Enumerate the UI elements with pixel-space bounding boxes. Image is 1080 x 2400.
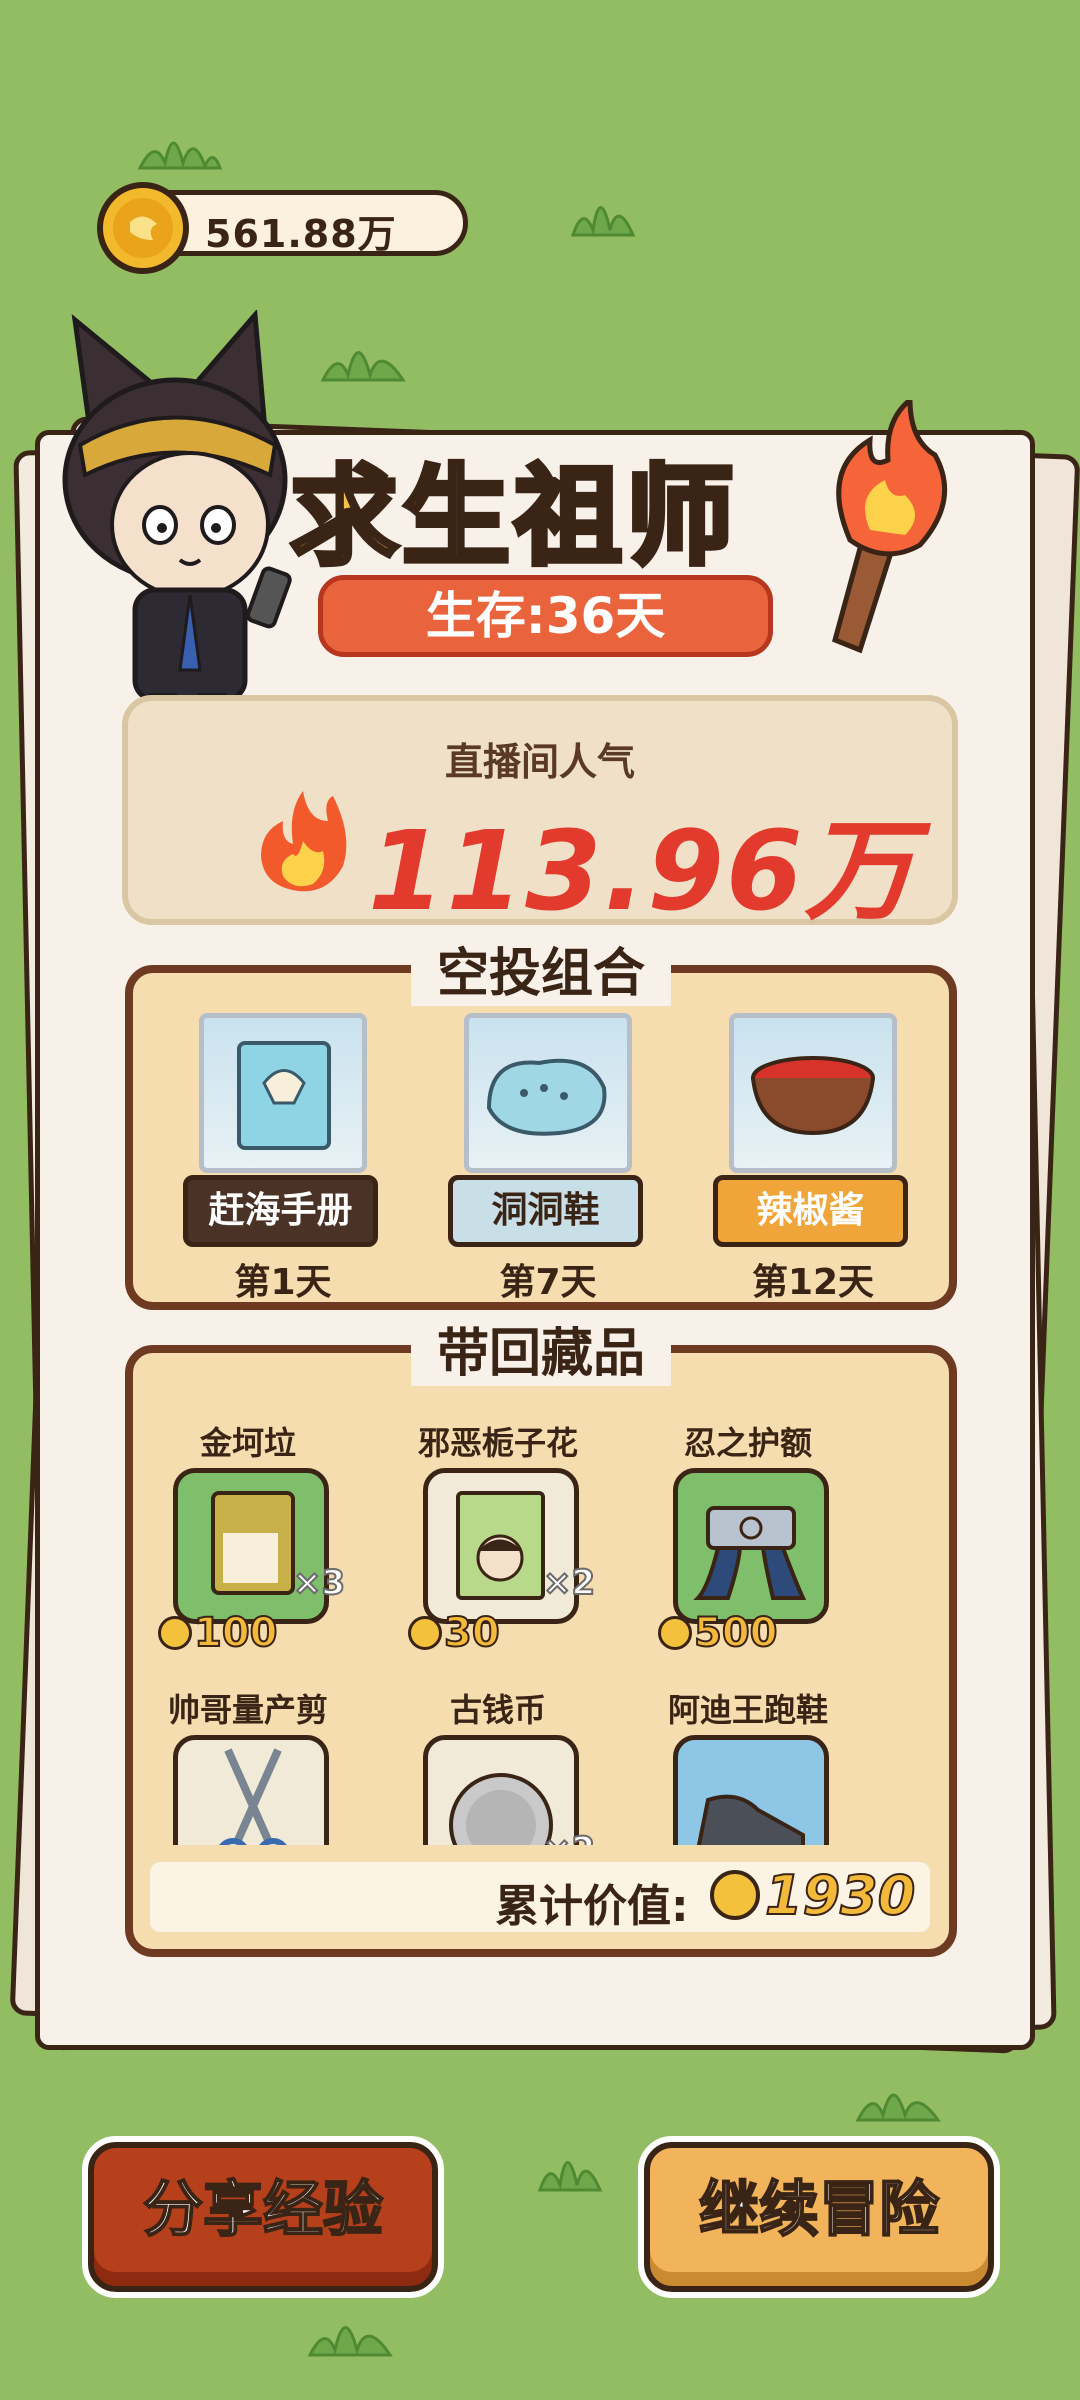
item-coin-icon [423,1735,579,1845]
grass-decoration [853,2070,943,2125]
grass-decoration [535,2135,605,2195]
collection-grid: 金坷垃 ×3 100 邪恶栀子花 ×2 30 忍之护额 500 帅哥量产剪 古钱… [133,1370,949,1845]
coin-icon [408,1616,442,1650]
popularity-value: 113.96万 [368,807,917,935]
item-scissors-icon [173,1735,329,1845]
collection-item-qty: ×2 [542,1562,596,1604]
grass-decoration [135,118,225,173]
survival-days-badge: 生存:36天 [318,575,773,657]
collection-item-name: 阿迪王跑鞋 [667,1691,828,1729]
airdrop-item-day: 第1天 [234,1262,332,1303]
airdrop-item-name: 洞洞鞋 [448,1175,643,1247]
airdrop-frame [199,1013,367,1173]
collection-item-name: 邪恶栀子花 [417,1424,578,1462]
torch-icon [810,394,960,660]
grass-decoration [568,180,638,240]
airdrop-section: 空投组合 赶海手册 第1天 洞洞鞋 第7天 辣椒酱 第12天 [125,931,957,1310]
collection-item-price: 500 [658,1609,778,1657]
collection-item[interactable]: 阿迪王跑鞋 [633,1685,863,1845]
clog-icon [486,1058,607,1136]
total-value-amount: 1930 [764,1863,916,1928]
collection-item-name: 帅哥量产剪 [167,1691,328,1729]
collection-item[interactable]: 金坷垃 ×3 100 [133,1418,363,1657]
coin-icon [658,1616,692,1650]
coin-icon [158,1616,192,1650]
book-icon [237,1041,331,1150]
airdrop-frame [729,1013,897,1173]
collection-item-price: 100 [158,1609,278,1657]
airdrop-item-day: 第12天 [751,1262,875,1303]
character-avatar [40,308,310,750]
item-headband-icon [673,1468,829,1624]
airdrop-item-name: 赶海手册 [183,1175,378,1247]
grass-decoration [318,325,408,385]
coin-amount: 561.88万 [205,212,397,256]
continue-adventure-button[interactable]: 继续冒险 [638,2136,1000,2298]
coin-icon [95,180,191,276]
airdrop-item-name: 辣椒酱 [713,1175,908,1247]
collection-item-name: 金坷垃 [199,1424,296,1462]
grass-decoration [305,2300,395,2360]
popularity-label: 直播间人气 [444,740,635,784]
airdrop-item-day: 第7天 [499,1262,597,1303]
fire-icon [253,786,353,900]
chili-sauce-icon [751,1056,875,1136]
total-value-bar: 累计价值: 1930 [150,1862,930,1932]
airdrop-frame [464,1013,632,1173]
collection-item[interactable]: 忍之护额 500 [633,1418,863,1657]
collection-item-price: 30 [408,1609,501,1657]
collection-item-qty: ×3 [292,1562,346,1604]
collection-item-qty: ×2 [542,1829,596,1845]
collection-item-name: 古钱币 [449,1691,546,1729]
coin-icon [710,1870,760,1920]
share-experience-button[interactable]: 分享经验 [82,2136,444,2298]
collection-item[interactable]: 帅哥量产剪 [133,1685,363,1845]
page-title: 求生祖师 [287,453,739,583]
popularity-panel: 直播间人气 113.96万 [122,695,958,935]
collection-item-name: 忍之护额 [683,1424,812,1462]
airdrop-title: 空投组合 [410,931,672,1006]
collection-item[interactable]: 古钱币 ×2 [383,1685,613,1845]
collection-item[interactable]: 邪恶栀子花 ×2 30 [383,1418,613,1657]
item-sneaker-icon [673,1735,829,1845]
total-value-label: 累计价值: [495,1881,689,1932]
